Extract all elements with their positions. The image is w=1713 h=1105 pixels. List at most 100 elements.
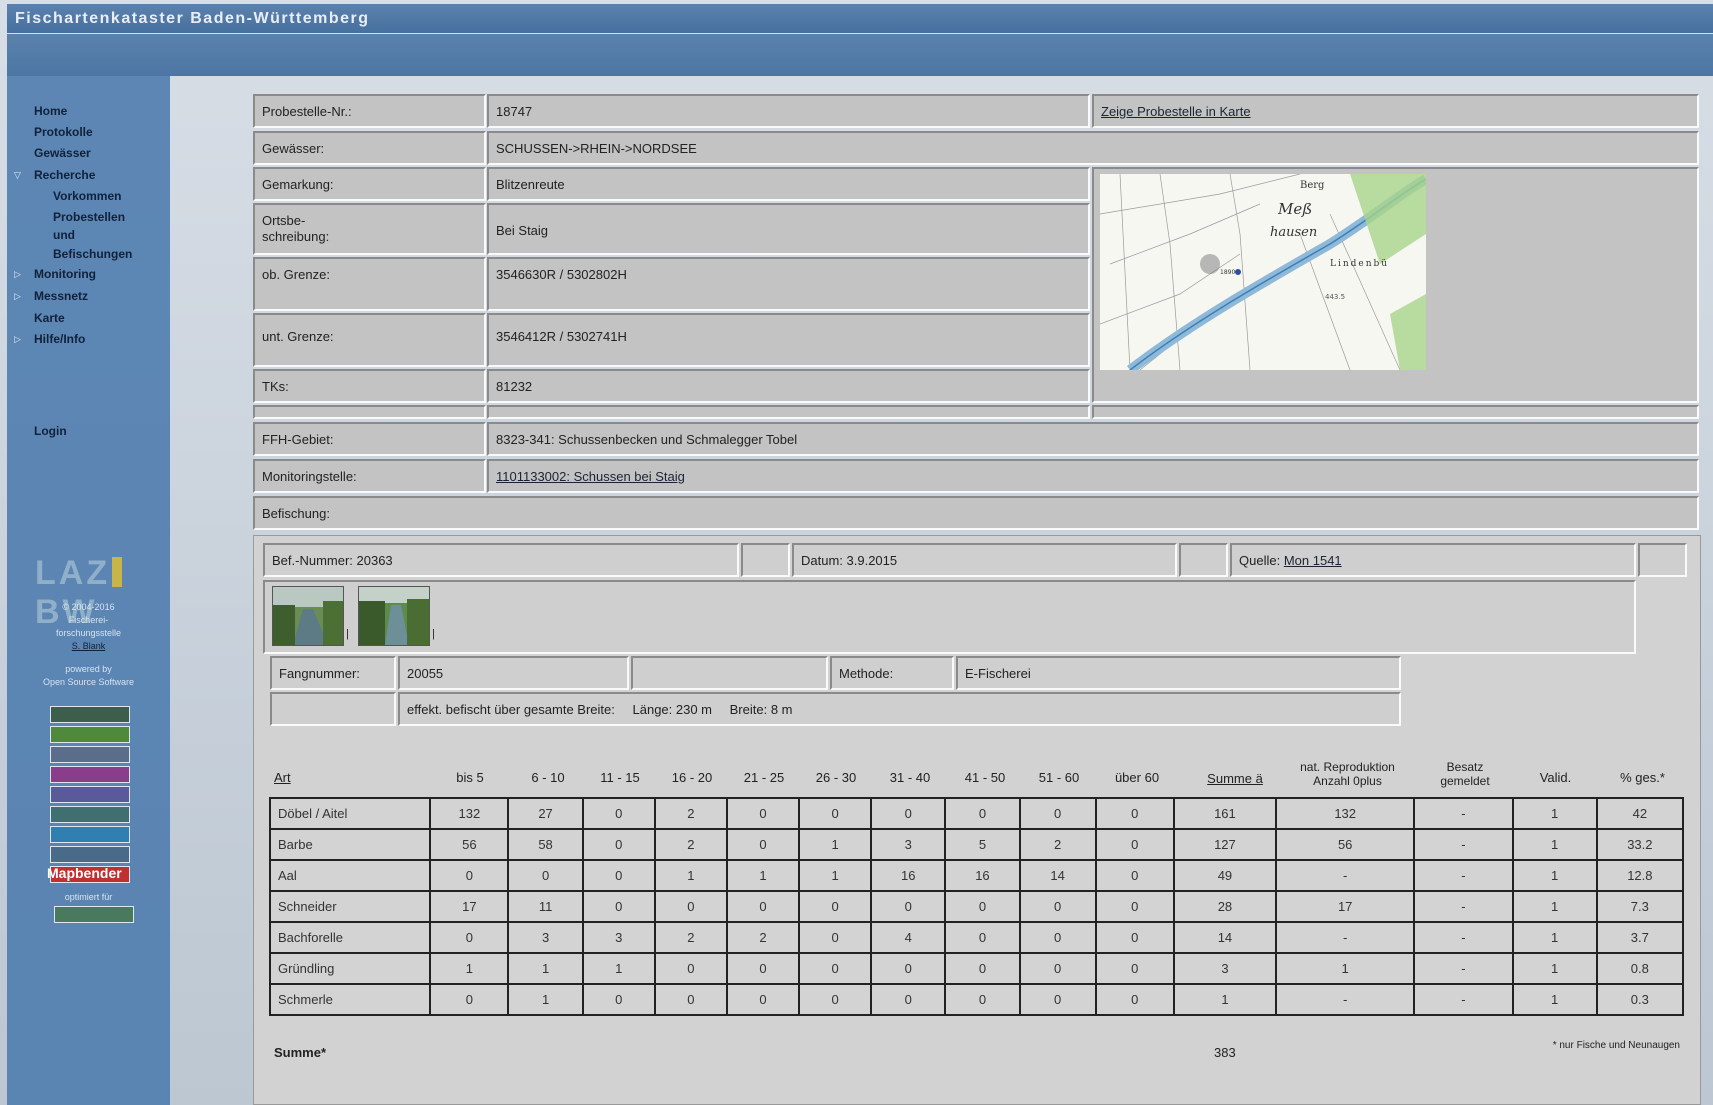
value-cell: 0 [944, 983, 1021, 1016]
col-header-51-60: 51 - 60 [1038, 770, 1080, 785]
value-cell: 0 [1094, 952, 1175, 985]
gewaesser-label: Gewässer: [253, 131, 486, 165]
value-cell: 0 [1018, 983, 1097, 1016]
col-header-nat-repro: nat. Reproduktion Anzahl 0plus [1280, 760, 1415, 788]
show-in-map-link[interactable]: Zeige Probestelle in Karte [1101, 104, 1251, 119]
value-cell: 0.3 [1595, 983, 1685, 1016]
nav-home[interactable]: Home [34, 104, 67, 118]
photo-strip [263, 580, 1636, 654]
value-cell: 1 [798, 828, 873, 861]
laenge-text: Länge: 230 m [632, 702, 713, 717]
value-cell: 49 [1172, 859, 1278, 892]
expand-arrow-icon[interactable]: ▷ [14, 269, 21, 280]
value-cell: 1 [581, 952, 656, 985]
value-cell: 0 [1094, 797, 1175, 830]
value-cell: - [1413, 890, 1514, 923]
nav-und[interactable]: und [53, 228, 75, 242]
org-link[interactable]: S. Blank [17, 640, 160, 653]
summe-label: Summe* [274, 1045, 327, 1060]
fangnummer-label: Fangnummer: [270, 656, 396, 690]
value-cell: 0 [581, 890, 656, 923]
ffh-label: FFH-Gebiet: [253, 422, 486, 456]
nav-recherche[interactable]: Recherche [34, 168, 95, 182]
value-cell: 0 [944, 890, 1021, 923]
value-cell: 4 [870, 921, 947, 954]
value-cell: 0 [870, 797, 947, 830]
effekt-text: effekt. befischt über gesamte Breite: [407, 702, 615, 717]
collapse-arrow-icon[interactable]: ▽ [14, 170, 21, 181]
col-header-summe[interactable]: Summe ä [1185, 771, 1285, 786]
value-cell: 28 [1172, 890, 1278, 923]
value-cell: 16 [870, 859, 947, 892]
value-cell: 0.8 [1595, 952, 1685, 985]
value-cell: 1 [507, 983, 584, 1016]
value-cell: - [1413, 983, 1514, 1016]
badge-icon[interactable] [50, 706, 130, 723]
value-cell: 0 [653, 983, 728, 1016]
river-photo-1[interactable] [272, 586, 344, 646]
expand-arrow-icon[interactable]: ▷ [14, 334, 21, 345]
value-cell: 3 [1172, 952, 1278, 985]
value-cell: 5 [944, 828, 1021, 861]
col-header-41-50: 41 - 50 [964, 770, 1006, 785]
value-cell: 1 [1275, 952, 1416, 985]
login-link[interactable]: Login [34, 424, 67, 438]
nav-karte[interactable]: Karte [34, 311, 65, 325]
value-cell: 3.7 [1595, 921, 1685, 954]
app-title: Fischartenkataster Baden-Württemberg [15, 10, 370, 27]
nav-vorkommen[interactable]: Vorkommen [53, 189, 121, 203]
value-cell: 0 [798, 983, 873, 1016]
value-cell: - [1413, 859, 1514, 892]
quelle-cell: Quelle: Mon 1541 [1230, 543, 1636, 577]
mapbender-logo: Mapbender [47, 865, 122, 881]
badge-icon[interactable] [50, 726, 130, 743]
badge-icon[interactable] [50, 786, 130, 803]
oss-text: Open Source Software [42, 677, 135, 687]
value-cell: 0 [1018, 952, 1097, 985]
quelle-label: Quelle: [1239, 553, 1281, 568]
value-cell: 3 [581, 921, 656, 954]
ortsbe-label-line1: Ortsbe- [262, 213, 306, 228]
nav-messnetz[interactable]: Messnetz [34, 289, 88, 303]
location-map[interactable]: Berg Meß hausen Lindenbü 443.5 1890 [1100, 174, 1426, 370]
value-cell: 33.2 [1595, 828, 1685, 861]
value-cell: 1 [1511, 921, 1598, 954]
gemarkung-value: Blitzenreute [487, 167, 1090, 201]
expand-arrow-icon[interactable]: ▷ [14, 291, 21, 302]
badge-icon[interactable] [50, 826, 130, 843]
species-cell: Schmerle [268, 983, 432, 1016]
value-cell: 1 [798, 859, 873, 892]
value-cell: 0 [429, 921, 510, 954]
value-cell: 2 [653, 828, 728, 861]
map-label: 443.5 [1325, 293, 1345, 301]
quelle-link[interactable]: Mon 1541 [1284, 553, 1342, 568]
badge-icon[interactable] [50, 846, 130, 863]
col-header-art[interactable]: Art [274, 770, 291, 785]
ortsbe-value: Bei Staig [487, 203, 1090, 255]
monitoring-link[interactable]: 1101133002: Schussen bei Staig [496, 469, 685, 484]
breite-text: Breite: 8 m [729, 702, 793, 717]
value-cell: 0 [653, 890, 728, 923]
river-photo-2[interactable] [358, 586, 430, 646]
fish-table: Döbel / Aitel 132 27 0 2 0 0 0 0 0 0 161 132-1 42 Barb… [268, 797, 1685, 1016]
value-cell: 27 [507, 797, 584, 830]
value-cell: 1 [1511, 983, 1598, 1016]
value-cell: 0 [798, 952, 873, 985]
value-cell: 0 [798, 921, 873, 954]
value-cell: 1 [429, 952, 510, 985]
nav-probestellen[interactable]: Probestellen [53, 210, 125, 224]
separator-icon: | [432, 628, 435, 640]
value-cell: 0 [1018, 890, 1097, 923]
badge-icon[interactable] [50, 746, 130, 763]
nav-gewaesser[interactable]: Gewässer [34, 146, 91, 160]
nav-monitoring[interactable]: Monitoring [34, 267, 96, 281]
col-header-besatz: Besatz gemeldet [1415, 760, 1515, 788]
badge-icon[interactable] [50, 766, 130, 783]
nav-protokolle[interactable]: Protokolle [34, 125, 93, 139]
nav-hilfe[interactable]: Hilfe/Info [34, 332, 85, 346]
value-cell: 0 [725, 952, 801, 985]
col-header-bis5: bis 5 [456, 770, 484, 785]
nav-befischungen[interactable]: Befischungen [53, 247, 132, 261]
badge-icon[interactable] [50, 806, 130, 823]
firefox-badge-icon[interactable] [54, 906, 134, 923]
